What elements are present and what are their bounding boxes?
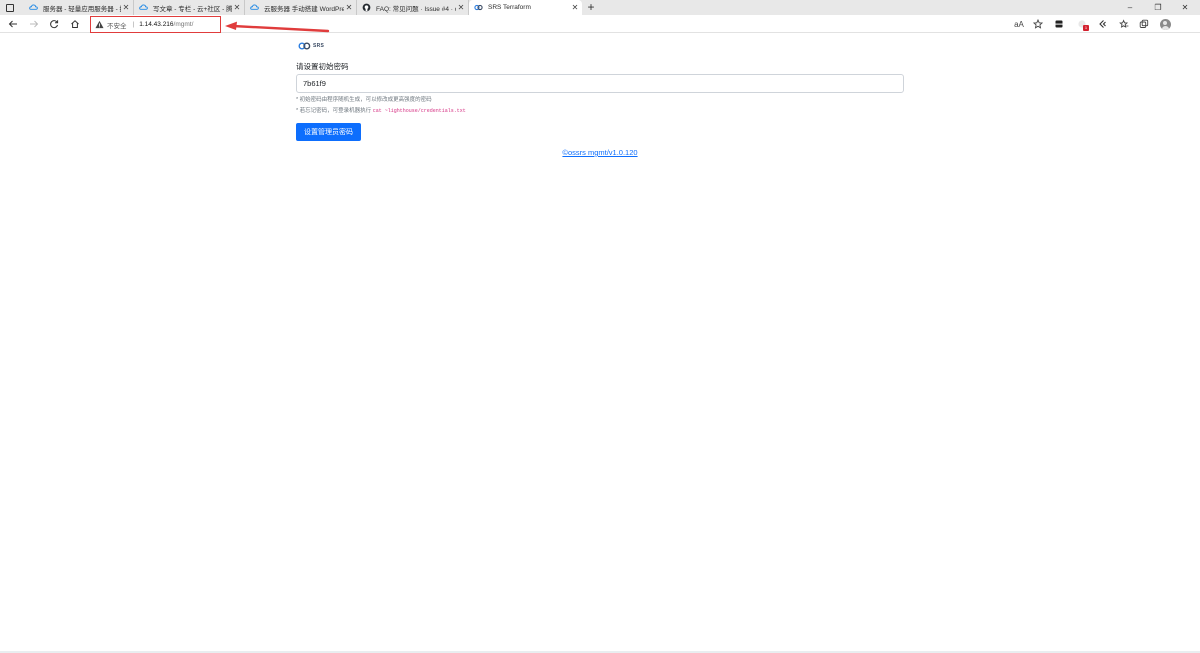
refresh-button[interactable]	[46, 16, 62, 32]
tab-actions-icon[interactable]	[4, 2, 15, 13]
github-icon	[362, 3, 371, 12]
tab-title: SRS Terraform	[488, 4, 531, 11]
forward-button[interactable]	[26, 16, 42, 32]
tab-close-icon[interactable]: ✕	[232, 3, 242, 12]
forward-arrow-icon	[30, 20, 39, 28]
warning-icon[interactable]	[95, 20, 104, 29]
password-label: 请设置初始密码	[296, 62, 349, 71]
address-separator: |	[132, 21, 135, 28]
srs-logo-icon	[298, 42, 311, 49]
page-content: SRS 请设置初始密码 * 初始密码由程序随机生成，可以修改成更高强度的密码 *…	[0, 34, 1200, 653]
new-tab-button[interactable]: +	[584, 0, 598, 15]
srs-icon	[474, 3, 483, 12]
tab-lighthouse-console[interactable]: 服务器 - 轻量应用服务器 - 控制 ✕	[24, 0, 134, 15]
tab-close-icon[interactable]: ✕	[456, 3, 466, 12]
home-icon	[71, 20, 79, 28]
version-link[interactable]: ©ossrs mgmt/v1.0.120	[562, 148, 637, 157]
profile-icon[interactable]	[1157, 16, 1173, 32]
collections-icon[interactable]	[1136, 16, 1152, 32]
logo-text: SRS	[313, 42, 325, 49]
tab-title: 写文章 - 专栏 - 云+社区 - 腾讯云	[153, 5, 232, 13]
puzzle-icon[interactable]	[1094, 16, 1110, 32]
read-aloud-icon[interactable]: aA	[1011, 16, 1027, 32]
hint-random-password: * 初始密码由程序随机生成，可以修改成更高强度的密码	[296, 97, 432, 103]
minimize-button[interactable]: –	[1120, 1, 1140, 14]
browser-toolbar: 不安全 | 1.14.43.216/mgmt/ aA 1	[0, 15, 1200, 33]
hint-forgot-password: * 若忘记密码，可登录机器执行 cat ~lighthouse/credenti…	[296, 106, 466, 114]
tab-write-article[interactable]: 写文章 - 专栏 - 云+社区 - 腾讯云 ✕	[134, 0, 245, 15]
url-host: 1.14.43.216	[139, 21, 174, 28]
back-button[interactable]	[5, 16, 21, 32]
notification-badge: 1	[1083, 25, 1089, 31]
avatar	[1159, 18, 1171, 30]
extension-icon[interactable]	[1051, 16, 1067, 32]
favorites-icon[interactable]	[1116, 16, 1132, 32]
password-field[interactable]	[296, 74, 904, 93]
close-window-button[interactable]: ✕	[1175, 1, 1195, 14]
footer: ©ossrs mgmt/v1.0.120	[0, 148, 1200, 157]
restore-button[interactable]: ❐	[1148, 1, 1168, 14]
notification-icon[interactable]: 1	[1074, 16, 1090, 32]
tab-github-faq[interactable]: FAQ: 常见问题 · Issue #4 · ossrs ✕	[357, 0, 469, 15]
security-label: 不安全	[107, 22, 127, 30]
tencent-cloud-icon	[250, 3, 259, 12]
tab-title: FAQ: 常见问题 · Issue #4 · ossrs	[376, 5, 456, 13]
tencent-cloud-icon	[29, 3, 38, 12]
tab-close-icon[interactable]: ✕	[121, 3, 131, 12]
srs-logo: SRS	[298, 41, 324, 50]
back-arrow-icon	[8, 20, 17, 28]
annotation-arrow-icon	[225, 21, 330, 33]
tab-srs-terraform[interactable]: SRS Terraform ✕	[469, 0, 582, 15]
tab-wordpress-guide[interactable]: 云服务器 手动搭建 WordPress 个 ✕	[245, 0, 357, 15]
tencent-cloud-icon	[139, 3, 148, 12]
address-bar[interactable]: 不安全 | 1.14.43.216/mgmt/	[90, 16, 221, 33]
tab-strip: 服务器 - 轻量应用服务器 - 控制 ✕ 写文章 - 专栏 - 云+社区 - 腾…	[0, 0, 1200, 15]
favorite-add-icon[interactable]	[1030, 16, 1046, 32]
browser-window: 服务器 - 轻量应用服务器 - 控制 ✕ 写文章 - 专栏 - 云+社区 - 腾…	[0, 0, 1200, 653]
tab-close-icon[interactable]: ✕	[570, 3, 580, 12]
home-button[interactable]	[67, 16, 83, 32]
hint-command: cat ~lighthouse/credentials.txt	[372, 108, 466, 114]
tab-title: 云服务器 手动搭建 WordPress 个	[264, 5, 344, 13]
tab-title: 服务器 - 轻量应用服务器 - 控制	[43, 5, 121, 13]
set-admin-password-button[interactable]: 设置管理员密码	[296, 123, 361, 141]
url-path: /mgmt/	[173, 21, 194, 28]
hint-text: * 若忘记密码，可登录机器执行	[296, 108, 373, 114]
tab-close-icon[interactable]: ✕	[344, 3, 354, 12]
refresh-icon	[50, 20, 59, 29]
